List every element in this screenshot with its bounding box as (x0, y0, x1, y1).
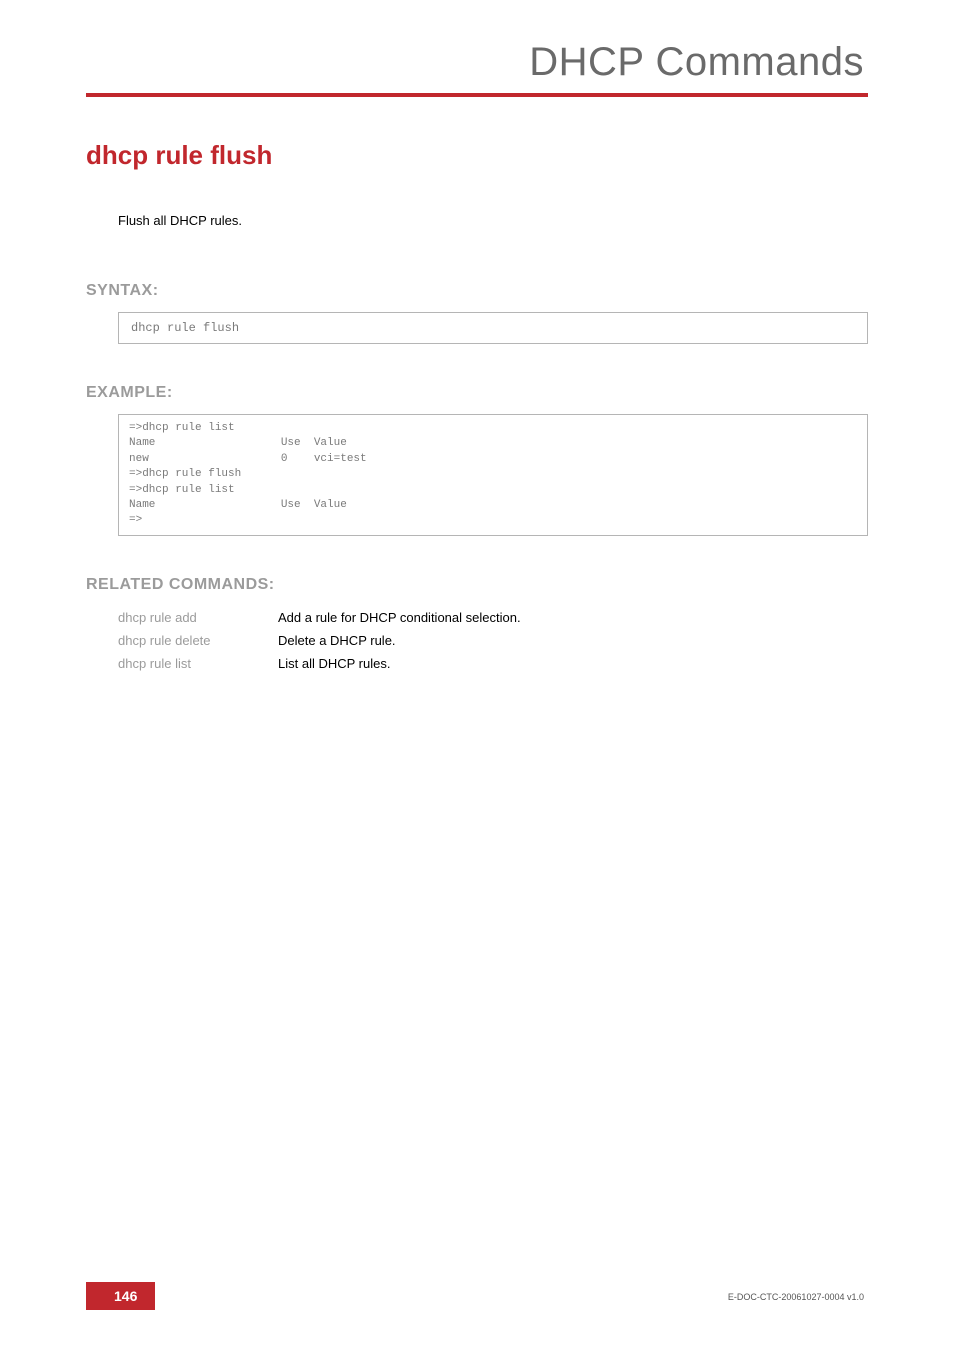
related-row: dhcp rule delete Delete a DHCP rule. (118, 629, 868, 652)
related-desc: Add a rule for DHCP conditional selectio… (278, 610, 521, 625)
content: dhcp rule flush Flush all DHCP rules. SY… (86, 140, 868, 675)
command-description: Flush all DHCP rules. (118, 213, 868, 228)
related-cmd: dhcp rule list (118, 656, 278, 671)
page-header-title: DHCP Commands (0, 40, 954, 85)
example-heading: EXAMPLE: (86, 384, 868, 402)
syntax-heading: SYNTAX: (86, 282, 868, 300)
page-number-badge: 146 (86, 1282, 155, 1310)
related-desc: List all DHCP rules. (278, 656, 390, 671)
header-rule (86, 93, 868, 97)
example-box: =>dhcp rule list Name Use Value new 0 vc… (118, 414, 868, 536)
footer-left: 146 (86, 1282, 155, 1310)
footer-doc-id: E-DOC-CTC-20061027-0004 v1.0 (728, 1292, 864, 1302)
page: DHCP Commands dhcp rule flush Flush all … (0, 0, 954, 1350)
related-row: dhcp rule list List all DHCP rules. (118, 652, 868, 675)
related-table: dhcp rule add Add a rule for DHCP condit… (118, 606, 868, 675)
related-cmd: dhcp rule add (118, 610, 278, 625)
header-bar: DHCP Commands (0, 40, 954, 97)
related-heading: RELATED COMMANDS: (86, 576, 868, 594)
syntax-box: dhcp rule flush (118, 312, 868, 344)
related-cmd: dhcp rule delete (118, 633, 278, 648)
related-desc: Delete a DHCP rule. (278, 633, 396, 648)
command-title: dhcp rule flush (86, 140, 868, 171)
related-row: dhcp rule add Add a rule for DHCP condit… (118, 606, 868, 629)
